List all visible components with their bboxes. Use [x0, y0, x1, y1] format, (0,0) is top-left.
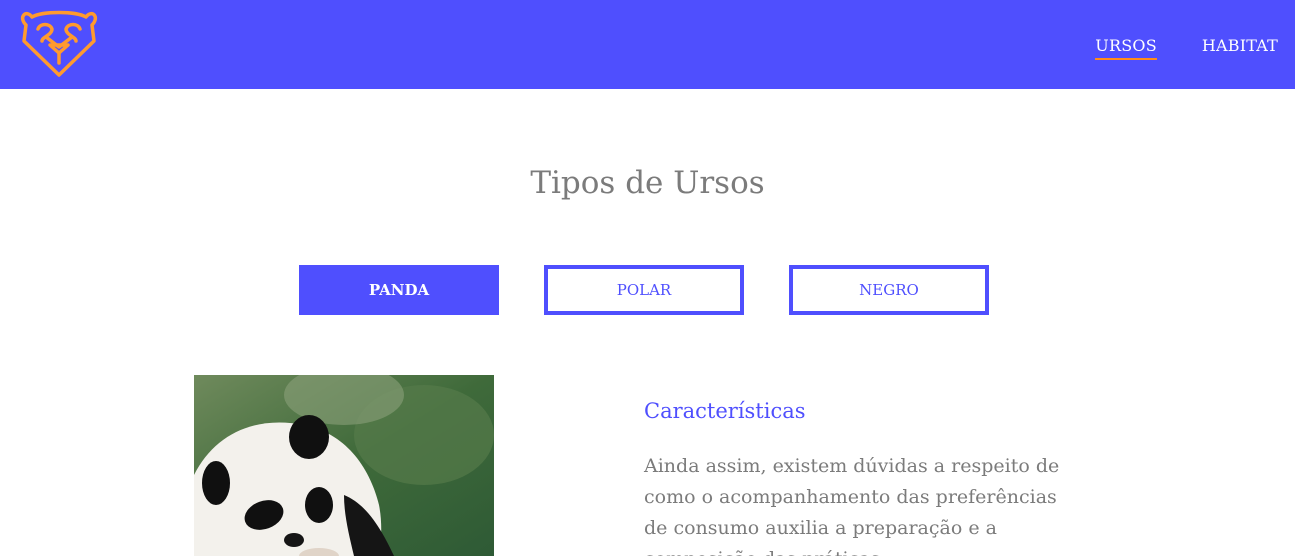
main-nav: URSOS HABITAT — [1095, 36, 1278, 60]
section-text: Ainda assim, existem dúvidas a respeito … — [644, 455, 1060, 556]
nav-link-habitat[interactable]: HABITAT — [1202, 36, 1278, 60]
bear-type-tabs: PANDA POLAR NEGRO — [299, 265, 989, 315]
panda-photo — [194, 375, 494, 556]
characteristics-section: Características Ainda assim, existem dúv… — [644, 399, 1084, 556]
section-title: Características — [644, 399, 806, 423]
tab-panda[interactable]: PANDA — [299, 265, 499, 315]
tab-negro[interactable]: NEGRO — [789, 265, 989, 315]
bear-logo-icon[interactable] — [20, 7, 98, 79]
tab-polar[interactable]: POLAR — [544, 265, 744, 315]
nav-link-ursos[interactable]: URSOS — [1095, 36, 1157, 60]
top-header: URSOS HABITAT — [0, 0, 1295, 89]
page-title: Tipos de Ursos — [530, 165, 765, 201]
